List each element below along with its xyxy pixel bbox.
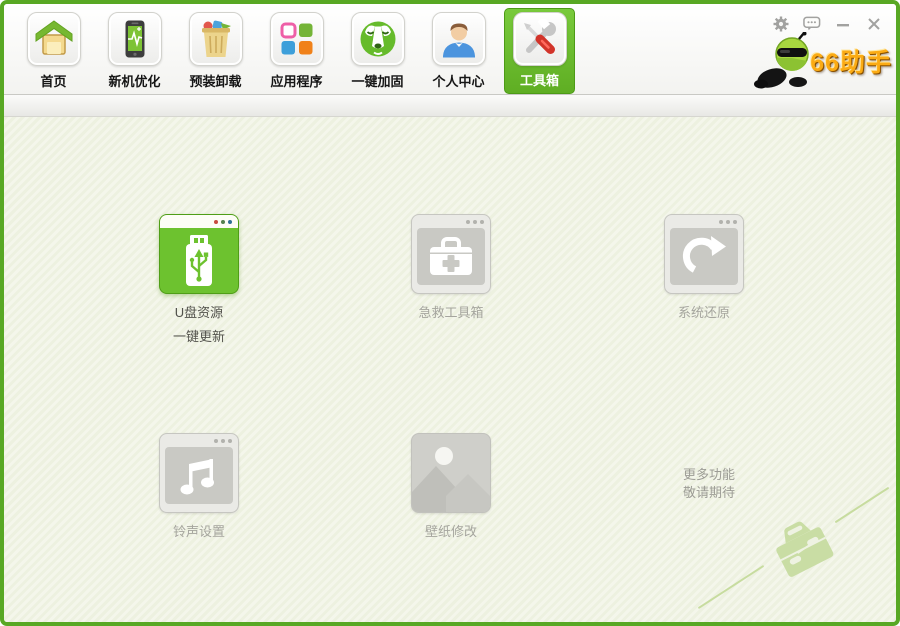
tool-label: 铃声设置: [172, 524, 225, 539]
dot-gray: [733, 219, 737, 224]
tile-titlebar: [665, 215, 743, 228]
dot-gray: [221, 438, 225, 443]
nav-label: 个人中心: [432, 74, 485, 89]
user-avatar-icon: [442, 23, 475, 58]
tile-titlebar: [412, 215, 490, 228]
nav-item-one-key-reinforce[interactable]: 一键加固: [337, 8, 418, 94]
coming-soon-text: 更多功能 敬请期待: [682, 467, 735, 500]
nav-item-preinstall-uninstall[interactable]: 预装卸载: [175, 8, 256, 94]
watermark-line: [834, 486, 890, 524]
usb-update-tile: [159, 214, 239, 294]
dot-red: [214, 219, 218, 224]
first-aid-tile: [411, 214, 491, 294]
toolbar-sub-band: [4, 95, 896, 117]
dot-gray: [214, 438, 218, 443]
home-tile: [26, 12, 81, 66]
personal-tile: [431, 12, 486, 66]
app-window: 首页 新机优化 预装卸载 应用程序 一键加固 个人中心 工具箱 66助手 U盘资…: [0, 0, 900, 626]
tool-first-aid-kit[interactable]: 急救工具箱: [371, 214, 531, 325]
guard-dog-icon: [360, 21, 395, 57]
watermark-toolbox-icon: [760, 507, 846, 590]
restore-arrow-icon: [682, 235, 726, 273]
nav-item-toolbox[interactable]: 工具箱: [504, 8, 575, 94]
window-controls: [772, 15, 883, 32]
tile-titlebar: [160, 434, 238, 447]
feedback-bubble-icon[interactable]: [803, 15, 821, 32]
dot-gray: [480, 219, 484, 224]
wallpaper-tile: [411, 433, 491, 513]
nav-label: 预装卸载: [189, 74, 242, 89]
phone-pulse-icon: [125, 20, 144, 58]
landscape-photo-icon: [412, 447, 490, 512]
tool-label: U盘资源 一键更新: [172, 305, 225, 344]
gear-icon[interactable]: [772, 15, 790, 32]
brand-name: 66助手: [810, 49, 892, 77]
reinforce-tile: [350, 12, 405, 66]
trash-bin-icon: [201, 20, 231, 57]
toolbox-tile: [512, 12, 567, 66]
dot-gray: [473, 219, 477, 224]
nav-item-home[interactable]: 首页: [13, 8, 94, 94]
system-restore-tile: [664, 214, 744, 294]
nav-label: 工具箱: [519, 73, 559, 88]
nav-item-applications[interactable]: 应用程序: [256, 8, 337, 94]
ringtone-tile: [159, 433, 239, 513]
watermark-line: [697, 564, 765, 610]
dot-gray: [726, 219, 730, 224]
dot-green: [221, 219, 225, 224]
nav-label: 一键加固: [351, 74, 404, 89]
toolbox-panel: U盘资源 一键更新 急救工具箱 系统还原 铃声设置 壁纸修改 更多功能 敬请期待: [4, 117, 896, 622]
nav-label: 应用程序: [270, 74, 323, 89]
minimize-icon[interactable]: [834, 15, 852, 32]
wrench-screwdriver-icon: [523, 19, 556, 54]
tool-system-restore[interactable]: 系统还原: [624, 214, 784, 325]
uninstall-tile: [188, 12, 243, 66]
main-toolbar: 首页 新机优化 预装卸载 应用程序 一键加固 个人中心 工具箱 66助手: [4, 4, 896, 95]
nav-label: 新机优化: [108, 74, 161, 89]
tool-wallpaper-edit[interactable]: 壁纸修改: [371, 433, 531, 544]
music-note-icon: [180, 458, 214, 494]
nav-label: 首页: [40, 74, 67, 89]
tile-titlebar: [160, 215, 238, 228]
app-grid-icon: [280, 22, 312, 55]
usb-drive-icon: [186, 234, 212, 286]
first-aid-case-icon: [430, 236, 472, 275]
nav-item-personal-center[interactable]: 个人中心: [418, 8, 499, 94]
tool-label: 急救工具箱: [418, 305, 484, 320]
home-icon: [35, 20, 72, 55]
dot-blue: [228, 219, 232, 224]
brand-logo: 66助手: [752, 32, 892, 90]
optimize-tile: [107, 12, 162, 66]
close-icon[interactable]: [865, 15, 883, 32]
mascot-66-icon: [754, 32, 809, 89]
dot-gray: [466, 219, 470, 224]
nav-item-new-device-optimize[interactable]: 新机优化: [94, 8, 175, 94]
tool-label: 壁纸修改: [424, 524, 477, 539]
tool-ringtone-settings[interactable]: 铃声设置: [119, 433, 279, 544]
tool-usb-resource-update[interactable]: U盘资源 一键更新: [119, 214, 279, 349]
dot-gray: [228, 438, 232, 443]
applications-tile: [269, 12, 324, 66]
tool-label: 系统还原: [677, 305, 730, 320]
dot-gray: [719, 219, 723, 224]
